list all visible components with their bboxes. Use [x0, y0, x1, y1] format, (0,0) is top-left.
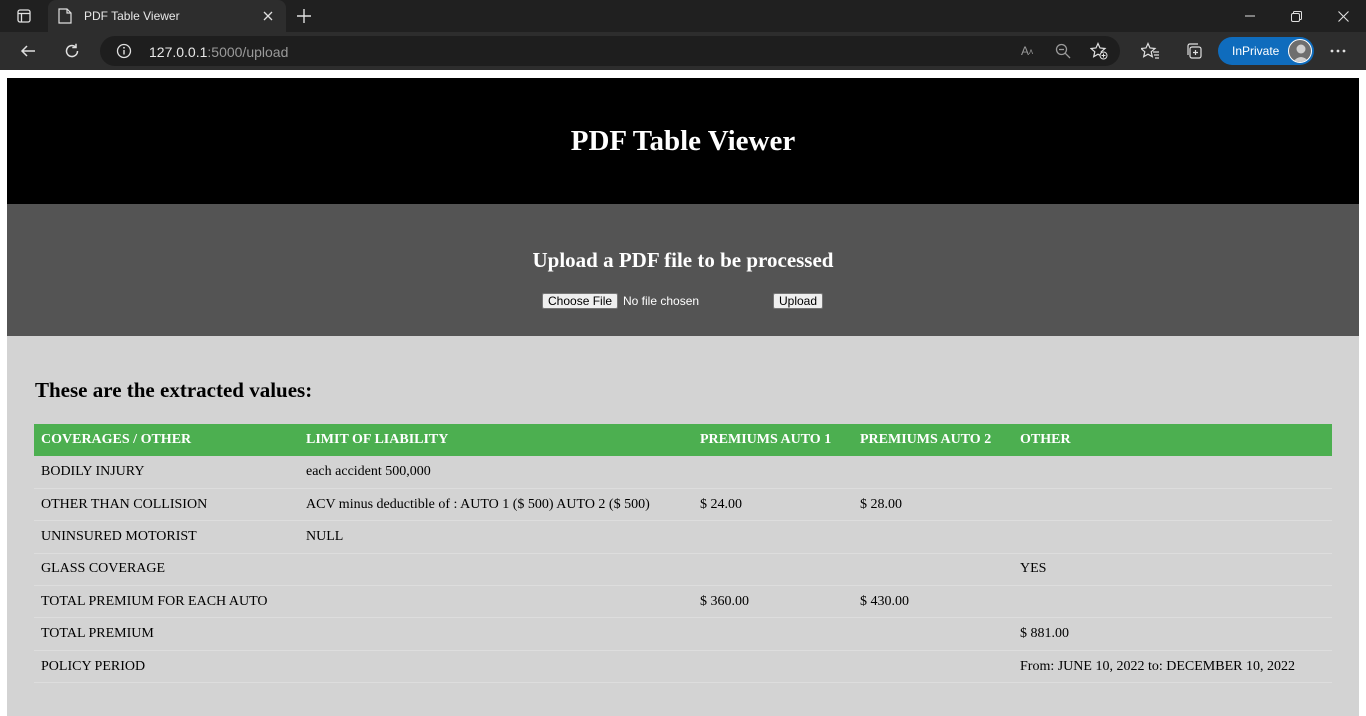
table-cell	[299, 650, 693, 684]
table-row: OTHER THAN COLLISION ACV minus deductibl…	[34, 488, 1332, 522]
restore-button[interactable]	[1273, 0, 1319, 32]
column-header-premiums-auto-1: PREMIUMS AUTO 1	[693, 424, 853, 456]
favorites-icon	[1141, 42, 1159, 59]
favorites-button[interactable]	[1134, 35, 1166, 67]
table-cell	[299, 585, 693, 619]
address-bar[interactable]: 127.0.0.1:5000/upload Aʌ	[100, 36, 1120, 66]
url-text: 127.0.0.1:5000/upload	[149, 44, 288, 60]
table-cell	[853, 650, 1013, 684]
minimize-button[interactable]	[1227, 0, 1273, 32]
table-row: TOTAL PREMIUM $ 881.00	[34, 617, 1332, 651]
table-cell	[299, 553, 693, 587]
table-cell	[693, 456, 853, 489]
table-cell: TOTAL PREMIUM	[34, 617, 299, 651]
restore-icon	[1290, 10, 1302, 22]
read-aloud-icon[interactable]: Aʌ	[1017, 41, 1037, 61]
pdf-favicon-icon	[58, 8, 74, 24]
table-cell	[1013, 520, 1332, 554]
table-cell	[1013, 456, 1332, 489]
column-header-limit: LIMIT OF LIABILITY	[299, 424, 693, 456]
column-header-premiums-auto-2: PREMIUMS AUTO 2	[853, 424, 1013, 456]
table-cell: $ 28.00	[853, 488, 1013, 522]
results-heading: These are the extracted values:	[35, 378, 313, 402]
table-cell: TOTAL PREMIUM FOR EACH AUTO	[34, 585, 299, 619]
upload-button[interactable]: Upload	[773, 293, 824, 309]
refresh-button[interactable]	[56, 35, 88, 67]
table-cell: $ 881.00	[1013, 617, 1332, 651]
more-button[interactable]	[1322, 35, 1354, 67]
column-header-other: OTHER	[1013, 424, 1332, 456]
table-cell: UNINSURED MOTORIST	[34, 520, 299, 554]
active-tab[interactable]: PDF Table Viewer	[48, 0, 286, 32]
page-title: PDF Table Viewer	[570, 124, 796, 157]
window-close-icon	[1337, 10, 1349, 22]
tab-title: PDF Table Viewer	[84, 9, 180, 23]
table-cell: $ 24.00	[693, 488, 853, 522]
table-cell: BODILY INJURY	[34, 456, 299, 489]
refresh-icon	[65, 43, 79, 58]
table-row: POLICY PERIOD From: JUNE 10, 2022 to: DE…	[34, 650, 1332, 684]
table-cell: YES	[1013, 553, 1332, 587]
table-cell	[1013, 585, 1332, 619]
file-status: No file chosen	[623, 294, 700, 308]
table-cell: $ 360.00	[693, 585, 853, 619]
table-cell: NULL	[299, 520, 693, 554]
plus-icon	[297, 9, 311, 23]
table-cell: POLICY PERIOD	[34, 650, 299, 684]
extracted-values-table: COVERAGES / OTHER LIMIT OF LIABILITY PRE…	[34, 424, 1332, 684]
more-icon	[1330, 49, 1346, 53]
table-row: UNINSURED MOTORIST NULL	[34, 520, 1332, 554]
inprivate-label: InPrivate	[1232, 44, 1280, 58]
table-cell: OTHER THAN COLLISION	[34, 488, 299, 522]
close-icon[interactable]	[260, 8, 276, 24]
table-cell	[693, 650, 853, 684]
window-close-button[interactable]	[1320, 0, 1366, 32]
info-icon[interactable]	[116, 43, 132, 59]
table-cell: GLASS COVERAGE	[34, 553, 299, 587]
table-cell	[693, 553, 853, 587]
column-header-coverages: COVERAGES / OTHER	[34, 424, 299, 456]
url-path: :5000/upload	[207, 44, 289, 60]
table-cell	[1013, 488, 1332, 522]
table-row: TOTAL PREMIUM FOR EACH AUTO $ 360.00 $ 4…	[34, 585, 1332, 619]
back-button[interactable]	[12, 35, 44, 67]
url-host: 127.0.0.1	[149, 44, 208, 60]
zoom-out-icon[interactable]	[1053, 41, 1073, 61]
table-cell: ACV minus deductible of : AUTO 1 ($ 500)…	[299, 488, 693, 522]
tab-actions-icon	[17, 9, 31, 23]
choose-file-button[interactable]: Choose File	[542, 293, 619, 309]
table-cell: $ 430.00	[853, 585, 1013, 619]
table-cell	[853, 553, 1013, 587]
inprivate-button[interactable]: InPrivate	[1218, 37, 1314, 65]
back-arrow-icon	[20, 45, 35, 57]
browser-toolbar: 127.0.0.1:5000/upload Aʌ InPrivate	[0, 32, 1366, 70]
new-tab-button[interactable]	[292, 4, 316, 28]
site-header: PDF Table Viewer	[7, 78, 1359, 204]
table-header-row: COVERAGES / OTHER LIMIT OF LIABILITY PRE…	[34, 424, 1332, 456]
collections-icon	[1187, 43, 1202, 59]
upload-section: Upload a PDF file to be processed Choose…	[7, 204, 1359, 336]
table-cell	[693, 617, 853, 651]
table-cell	[853, 456, 1013, 489]
minimize-icon	[1245, 15, 1255, 17]
tab-actions-button[interactable]	[8, 4, 40, 28]
table-cell	[853, 617, 1013, 651]
upload-heading: Upload a PDF file to be processed	[532, 248, 834, 272]
collections-button[interactable]	[1178, 35, 1210, 67]
table-cell	[299, 617, 693, 651]
table-cell	[693, 520, 853, 554]
table-cell: each accident 500,000	[299, 456, 693, 489]
table-cell	[853, 520, 1013, 554]
page-body: PDF Table Viewer Upload a PDF file to be…	[7, 78, 1359, 716]
page-viewport: PDF Table Viewer Upload a PDF file to be…	[0, 70, 1366, 716]
table-row: GLASS COVERAGE YES	[34, 553, 1332, 587]
add-favorite-icon[interactable]	[1089, 41, 1109, 61]
table-row: BODILY INJURY each accident 500,000	[34, 456, 1332, 489]
avatar	[1288, 39, 1312, 63]
table-cell: From: JUNE 10, 2022 to: DECEMBER 10, 202…	[1013, 650, 1332, 684]
tab-bar: PDF Table Viewer	[0, 0, 1366, 32]
